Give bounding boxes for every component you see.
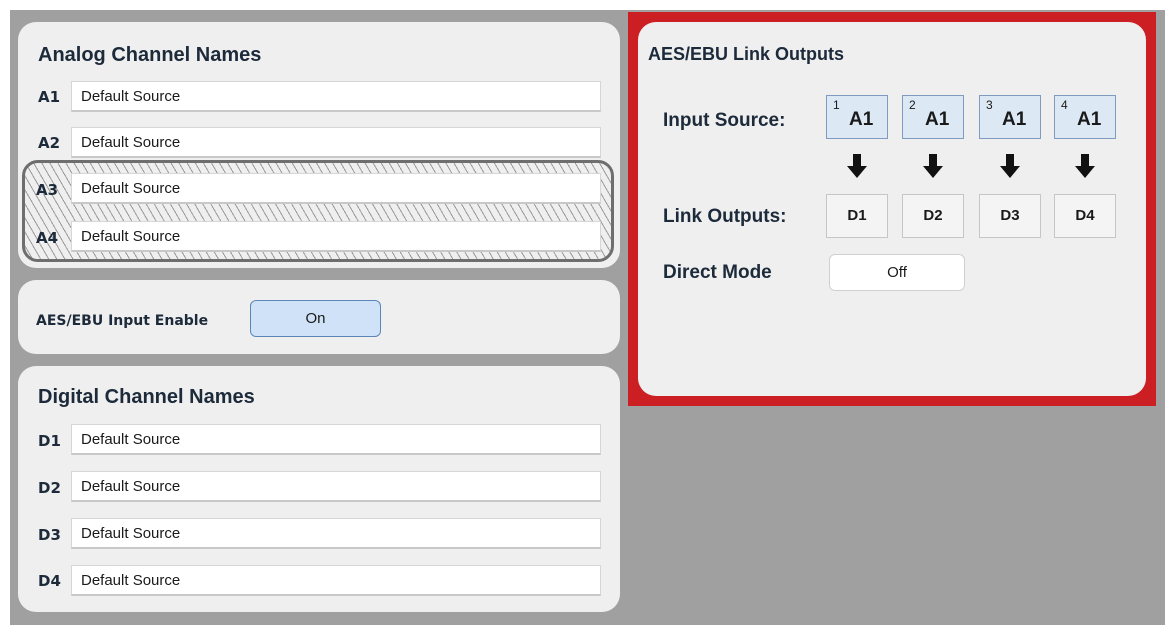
channel-name-input-a3[interactable]: Default Source (71, 173, 601, 204)
source-number-2: 2 (909, 98, 916, 112)
down-arrow-icon (1000, 154, 1020, 178)
channel-name-input-a2[interactable]: Default Source (71, 127, 601, 158)
digital-panel-title: Digital Channel Names (38, 386, 255, 408)
link-output-button-d1[interactable]: D1 (826, 194, 888, 238)
source-number-3: 3 (986, 98, 993, 112)
channel-name-input-a4[interactable]: Default Source (71, 221, 601, 252)
channel-name-input-d3[interactable]: Default Source (71, 518, 601, 549)
aes-input-enable-label: AES/EBU Input Enable (36, 313, 209, 329)
channel-label-a1: A1 (38, 88, 61, 106)
analog-panel-title: Analog Channel Names (38, 44, 262, 66)
channel-label-d1: D1 (38, 432, 61, 450)
link-output-button-d4[interactable]: D4 (1054, 194, 1116, 238)
channel-label-a2: A2 (38, 134, 61, 152)
channel-label-d3: D3 (38, 526, 61, 544)
input-source-button-2[interactable]: 2 A1 (902, 95, 964, 139)
link-outputs-title: AES/EBU Link Outputs (648, 44, 845, 64)
source-value-1: A1 (849, 109, 874, 130)
direct-mode-toggle[interactable]: Off (829, 254, 965, 291)
source-number-1: 1 (833, 98, 840, 112)
channel-label-d4: D4 (38, 572, 61, 590)
source-number-4: 4 (1061, 98, 1068, 112)
down-arrow-icon (847, 154, 867, 178)
channel-label-a3: A3 (36, 181, 59, 199)
input-source-button-1[interactable]: 1 A1 (826, 95, 888, 139)
down-arrow-icon (923, 154, 943, 178)
channel-name-input-d1[interactable]: Default Source (71, 424, 601, 455)
channel-name-input-a1[interactable]: Default Source (71, 81, 601, 112)
down-arrow-icon (1075, 154, 1095, 178)
source-value-4: A1 (1077, 109, 1102, 130)
channel-name-input-d4[interactable]: Default Source (71, 565, 601, 596)
link-outputs-label: Link Outputs: (663, 206, 787, 227)
aes-input-enable-toggle[interactable]: On (250, 300, 381, 337)
screen: Analog Channel Names A1 Default Source A… (0, 0, 1167, 630)
link-output-button-d3[interactable]: D3 (979, 194, 1041, 238)
direct-mode-label: Direct Mode (663, 262, 772, 283)
source-value-3: A1 (1002, 109, 1027, 130)
source-value-2: A1 (925, 109, 950, 130)
input-source-button-3[interactable]: 3 A1 (979, 95, 1041, 139)
link-output-button-d2[interactable]: D2 (902, 194, 964, 238)
input-source-label: Input Source: (663, 110, 786, 131)
channel-label-a4: A4 (36, 229, 59, 247)
channel-label-d2: D2 (38, 479, 61, 497)
input-source-button-4[interactable]: 4 A1 (1054, 95, 1116, 139)
channel-name-input-d2[interactable]: Default Source (71, 471, 601, 502)
